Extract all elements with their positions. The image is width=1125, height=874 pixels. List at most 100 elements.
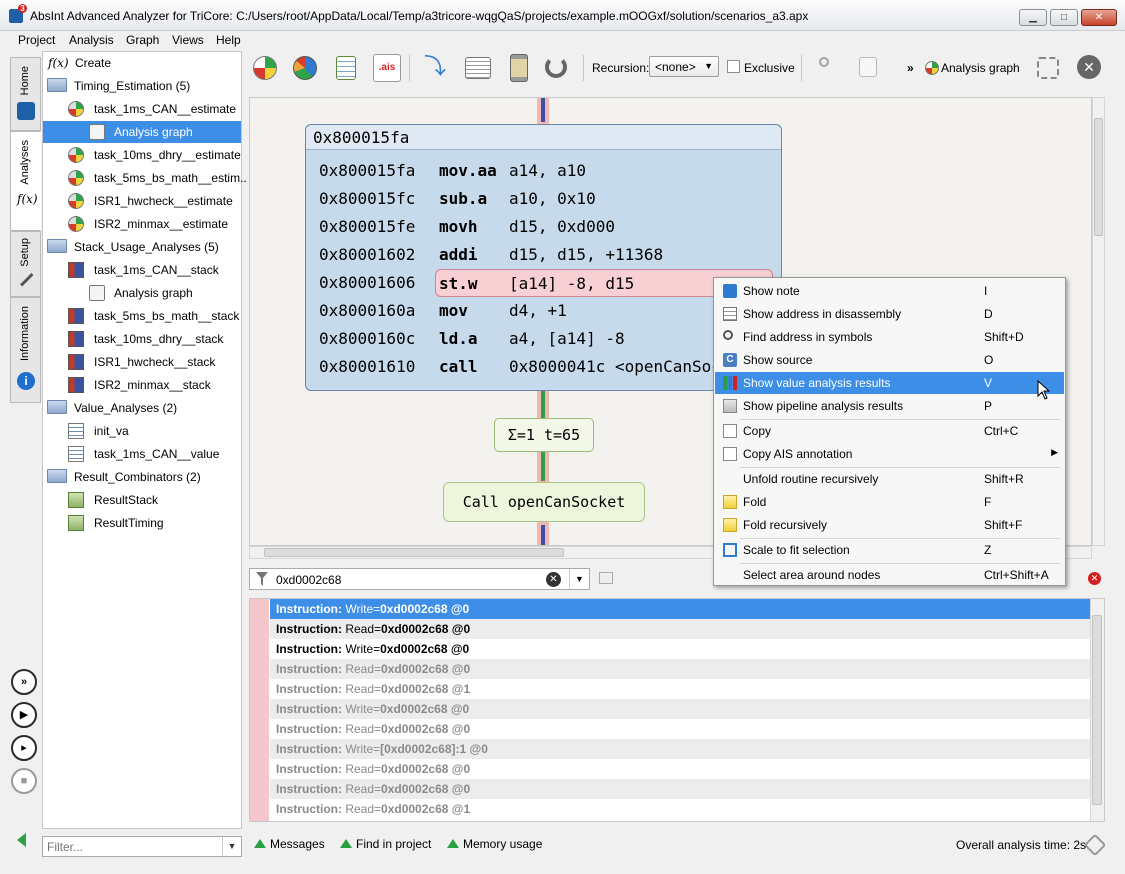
tree-item[interactable]: task_10ms_dhry__estimate [43, 144, 241, 166]
context-menu-item[interactable]: Select area around nodes Ctrl+Shift+A [715, 564, 1064, 586]
minimize-button[interactable]: ▁ [1019, 9, 1047, 26]
error-close-icon[interactable]: ✕ [1088, 572, 1101, 585]
tree-item[interactable]: Timing_Estimation (5) [43, 75, 241, 97]
result-row[interactable]: Instruction: Write=0xd0002c68 @0 [270, 699, 1092, 719]
filter-dropdown-icon[interactable]: ▼ [222, 837, 241, 856]
scroll-thumb[interactable] [1092, 615, 1102, 805]
tree-item[interactable]: Value_Analyses (2) [43, 397, 241, 419]
tab-setup[interactable]: Setup [10, 231, 41, 297]
tree-item[interactable]: Result_Combinators (2) [43, 466, 241, 488]
tree-item[interactable]: task_1ms_CAN__value [43, 443, 241, 465]
find-in-project-button[interactable]: Find in project [340, 837, 431, 851]
ais-file-icon[interactable]: .ais [373, 54, 401, 82]
tab-information[interactable]: Information i [10, 297, 41, 403]
statistics-icon[interactable] [293, 56, 317, 80]
tree-item[interactable]: task_5ms_bs_math__stack [43, 305, 241, 327]
graph-vertical-scrollbar[interactable] [1092, 97, 1105, 546]
context-menu-item[interactable]: Fold F [715, 491, 1064, 513]
tree-item[interactable]: task_5ms_bs_math__estim.. [43, 167, 247, 189]
context-menu-item[interactable]: Copy AIS annotation ▶ [715, 443, 1064, 465]
instruction-row[interactable]: 0x800015fa mov.aa a14, a10 [319, 157, 779, 185]
page-icon[interactable] [859, 57, 877, 77]
create-item[interactable]: f(x) Create [43, 52, 241, 74]
close-view-icon[interactable]: ✕ [1077, 55, 1101, 79]
instruction-row[interactable]: 0x8000160c ld.a a4, [a14] -8 [319, 325, 779, 353]
result-row[interactable]: Instruction: Write=0xd0002c68 @0 [270, 639, 1092, 659]
scroll-thumb[interactable] [264, 548, 564, 557]
tree-item[interactable]: task_1ms_CAN__stack [43, 259, 241, 281]
clear-search-icon[interactable]: ✕ [546, 572, 561, 587]
result-row[interactable]: Instruction: Read=0xd0002c68 @1 [270, 799, 1092, 819]
menu-help[interactable]: Help [216, 33, 241, 47]
maximize-button[interactable]: □ [1050, 9, 1078, 26]
result-row[interactable]: Instruction: Read=0xd0002c68 @1 [270, 679, 1092, 699]
scroll-thumb[interactable] [1094, 118, 1103, 236]
menu-graph[interactable]: Graph [126, 33, 159, 47]
instruction-row[interactable]: 0x8000160a mov d4, +1 [319, 297, 779, 325]
tree-item[interactable]: ResultStack [43, 489, 241, 511]
tree-item[interactable]: task_1ms_CAN__estimate [43, 98, 241, 120]
report-icon[interactable] [336, 56, 356, 80]
tree-item[interactable]: ISR1_hwcheck__estimate [43, 190, 241, 212]
results-scrollbar[interactable] [1090, 599, 1104, 821]
exclusive-checkbox[interactable] [727, 60, 740, 73]
stop-button[interactable]: ■ [11, 768, 37, 794]
context-menu-item[interactable]: Find address in symbols Shift+D [715, 326, 1064, 348]
recursion-select[interactable]: <none> [649, 56, 719, 77]
tree-item[interactable]: ISR2_minmax__estimate [43, 213, 241, 235]
run-all-button[interactable]: » [11, 669, 37, 695]
context-menu-item[interactable]: Fold recursively Shift+F [715, 514, 1064, 536]
collapse-left-icon[interactable] [17, 833, 26, 847]
messages-button[interactable]: Messages [254, 837, 325, 851]
context-menu-item[interactable]: Show value analysis results V [715, 372, 1064, 394]
tree-item[interactable]: task_10ms_dhry__stack [43, 328, 241, 350]
tab-home[interactable]: Home [10, 57, 41, 131]
tree-item[interactable]: Analysis graph [43, 282, 241, 304]
result-row[interactable]: Instruction: Read=0xd0002c68 @0 [270, 759, 1092, 779]
zoom-icon[interactable] [819, 57, 829, 67]
tab-analyses[interactable]: Analyses f(x) [10, 131, 41, 231]
context-menu-item[interactable]: C Show source O [715, 349, 1064, 371]
result-row[interactable]: Instruction: Read=0xd0002c68 @0 [270, 719, 1092, 739]
menu-views[interactable]: Views [172, 33, 204, 47]
monitor-icon[interactable] [599, 572, 613, 584]
toolbar-overflow-icon[interactable]: » [907, 61, 914, 75]
result-row[interactable]: Instruction: Read=0xd0002c68 @0 [270, 659, 1092, 679]
tree-item[interactable]: init_va [43, 420, 241, 442]
result-row[interactable]: Instruction: Write=[0xd0002c68]:1 @0 [270, 739, 1092, 759]
analysis-graph-label[interactable]: Analysis graph [941, 61, 1020, 75]
redirect-arrow-icon[interactable]: ⤵ [421, 54, 449, 82]
tree-item[interactable]: ResultTiming [43, 512, 241, 534]
context-menu-item[interactable]: Show pipeline analysis results P [715, 395, 1064, 417]
brush-icon[interactable] [1083, 833, 1107, 857]
refresh-icon[interactable] [545, 56, 567, 78]
context-menu-item[interactable]: Show address in disassembly D [715, 303, 1064, 325]
list-view-icon[interactable] [465, 57, 491, 79]
timing-analysis-icon[interactable] [253, 56, 277, 80]
tree-item[interactable]: ISR1_hwcheck__stack [43, 351, 241, 373]
result-row[interactable]: Instruction: Read=0xd0002c68 @0 [270, 619, 1092, 639]
instruction-row[interactable]: 0x800015fe movh d15, 0xd000 [319, 213, 779, 241]
tree-item[interactable]: ISR2_minmax__stack [43, 374, 241, 396]
close-window-button[interactable]: ✕ [1081, 9, 1117, 26]
call-node[interactable]: Call openCanSocket [443, 482, 645, 522]
context-menu-item[interactable]: Scale to fit selection Z [715, 539, 1064, 561]
menu-project[interactable]: Project [18, 33, 55, 47]
memory-usage-button[interactable]: Memory usage [447, 837, 542, 851]
filter-input[interactable] [45, 838, 215, 855]
tree-item[interactable]: Stack_Usage_Analyses (5) [43, 236, 241, 258]
context-menu-item[interactable]: Copy Ctrl+C [715, 420, 1064, 442]
tree-item[interactable]: Analysis graph [43, 121, 241, 143]
search-dropdown-icon[interactable]: ▼ [569, 569, 589, 589]
run-step-button[interactable]: ▸ [11, 735, 37, 761]
instruction-row[interactable]: 0x80001610 call 0x8000041c <openCanSoc [319, 353, 779, 381]
result-row[interactable]: Instruction: Write=0xd0002c68 @0 [270, 599, 1092, 619]
basic-block[interactable]: 0x800015fa 0x800015fa mov.aa a14, a10 0x800… [305, 124, 782, 391]
search-input[interactable] [274, 571, 544, 588]
fullscreen-icon[interactable] [1037, 57, 1059, 79]
instruction-row[interactable]: 0x800015fc sub.a a10, 0x10 [319, 185, 779, 213]
context-menu-item[interactable]: Show note I [715, 280, 1064, 302]
result-row[interactable]: Instruction: Read=0xd0002c68 @0 [270, 779, 1092, 799]
hourglass-icon[interactable] [510, 54, 528, 82]
menu-analysis[interactable]: Analysis [69, 33, 114, 47]
